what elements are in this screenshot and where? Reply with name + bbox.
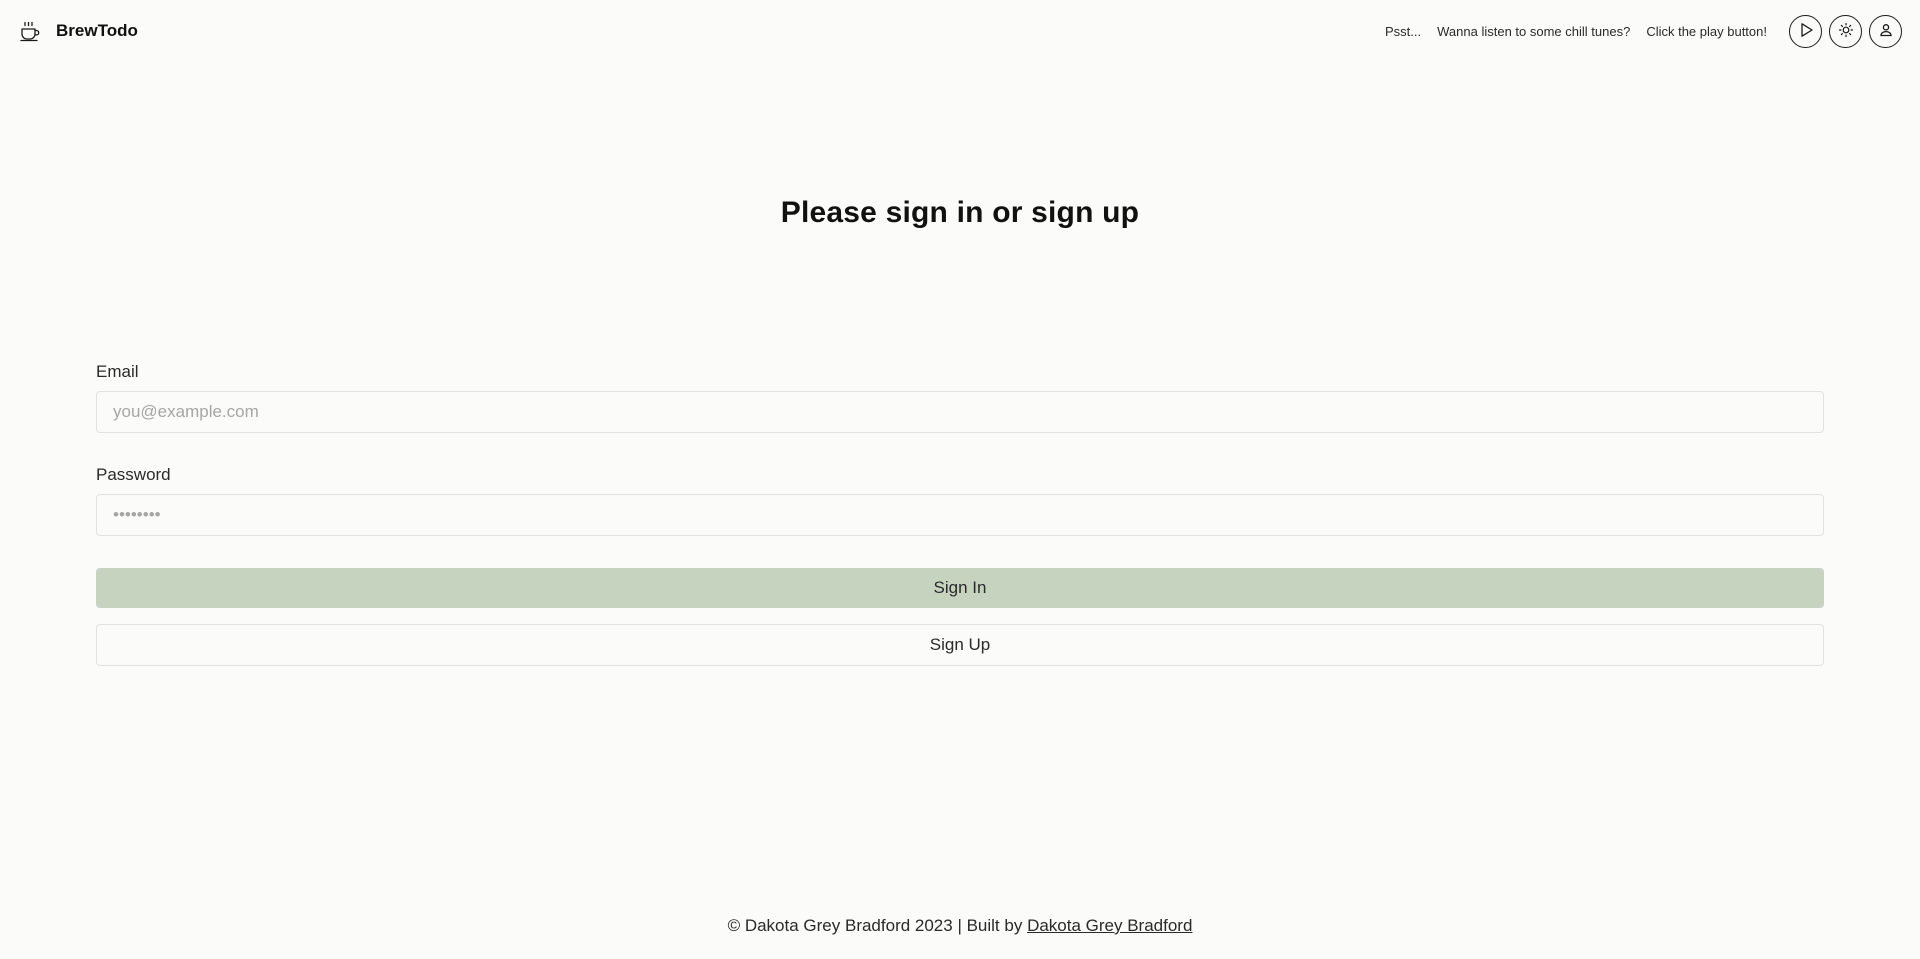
tune-prompt-psst: Psst... [1385, 23, 1422, 39]
footer-copyright: © Dakota Grey Bradford 2023 | Built by [727, 916, 1028, 935]
password-input[interactable] [96, 494, 1824, 536]
footer: © Dakota Grey Bradford 2023 | Built by D… [0, 916, 1920, 936]
header-actions: Psst... Wanna listen to some chill tunes… [1385, 14, 1902, 48]
user-icon [1878, 22, 1894, 41]
email-label: Email [96, 362, 139, 381]
play-button[interactable] [1789, 14, 1822, 48]
account-button[interactable] [1869, 14, 1902, 48]
page: BrewTodo Psst... Wanna listen to some ch… [0, 0, 1920, 959]
play-icon [1797, 21, 1815, 42]
top-nav: BrewTodo Psst... Wanna listen to some ch… [0, 0, 1920, 62]
email-field-group: Email [96, 362, 1824, 433]
sign-in-button[interactable]: Sign In [96, 568, 1824, 608]
author-link[interactable]: Dakota Grey Bradford [1027, 916, 1192, 935]
sun-icon [1838, 22, 1854, 41]
brand[interactable]: BrewTodo [18, 19, 138, 43]
theme-toggle-button[interactable] [1829, 14, 1862, 48]
auth-form: Email Password Sign In Sign Up [96, 362, 1824, 666]
password-field-group: Password [96, 465, 1824, 536]
tune-prompt-instruction: Click the play button! [1646, 23, 1767, 39]
password-label: Password [96, 465, 171, 484]
page-title: Please sign in or sign up [780, 196, 1140, 229]
tune-prompt-question: Wanna listen to some chill tunes? [1437, 23, 1631, 39]
sign-up-button[interactable]: Sign Up [96, 624, 1824, 666]
email-input[interactable] [96, 391, 1824, 433]
coffee-cup-icon [18, 19, 42, 43]
brand-name: BrewTodo [56, 21, 138, 40]
